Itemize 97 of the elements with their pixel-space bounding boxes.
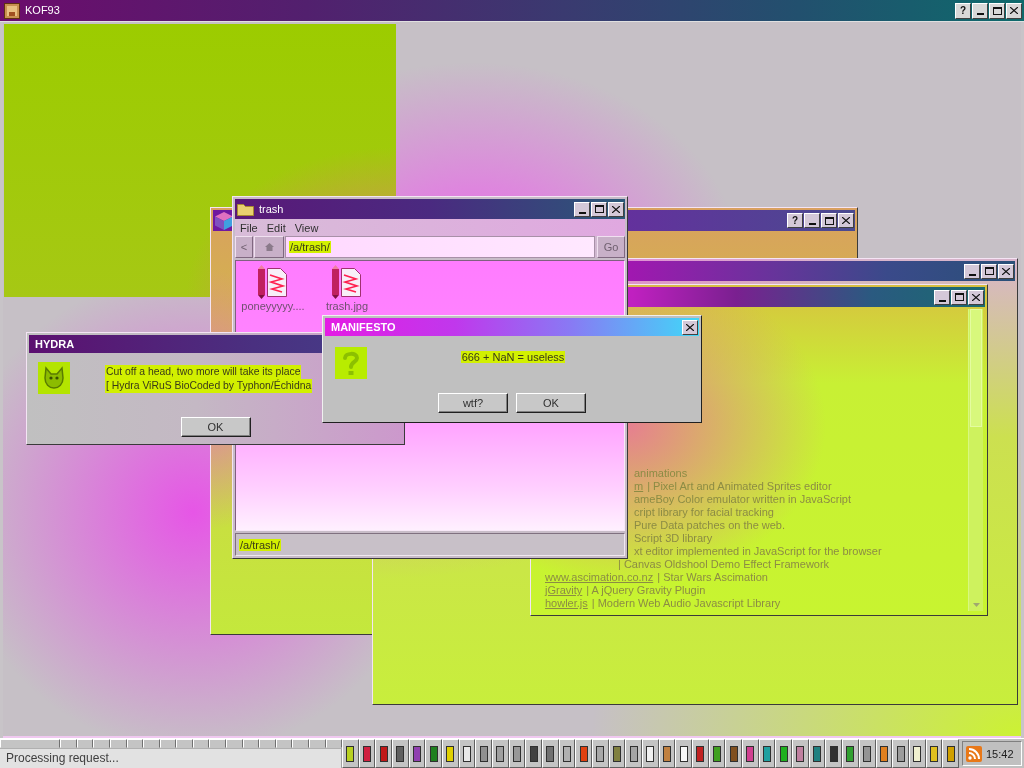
close-icon — [972, 293, 980, 301]
minimize-button[interactable] — [964, 263, 980, 279]
question-icon — [335, 347, 367, 379]
maximize-button[interactable] — [981, 263, 997, 279]
taskbar-button[interactable] — [442, 739, 459, 768]
maximize-button[interactable] — [821, 213, 837, 228]
close-button[interactable] — [1006, 2, 1022, 19]
window-title: KOF93 — [25, 4, 60, 17]
rss-icon[interactable] — [966, 745, 982, 762]
taskbar-button[interactable] — [575, 739, 593, 768]
home-icon — [264, 243, 274, 251]
home-button[interactable] — [254, 236, 284, 258]
link-description: | Star Wars Ascimation — [657, 571, 768, 584]
taskbar-button[interactable] — [642, 739, 659, 768]
close-button[interactable] — [682, 319, 698, 335]
taskbar-button[interactable] — [825, 739, 843, 768]
minimize-icon — [938, 299, 946, 302]
status-text: /a/trash/ — [239, 538, 281, 551]
taskbar-button[interactable] — [742, 739, 759, 768]
taskbar-button[interactable] — [625, 739, 643, 768]
close-button[interactable] — [968, 289, 984, 305]
maximize-icon — [984, 267, 994, 275]
close-button[interactable] — [838, 213, 854, 228]
maximize-icon — [594, 205, 604, 213]
link-description: cript library for facial tracking — [634, 506, 774, 519]
picture-icon — [4, 2, 20, 19]
link-description: | A jQuery Gravity Plugin — [586, 584, 706, 597]
close-icon — [1002, 267, 1010, 275]
dialog-button[interactable]: wtf? — [438, 393, 508, 413]
menu-item[interactable]: Edit — [266, 221, 286, 234]
minimize-icon — [578, 211, 586, 214]
taskbar-button[interactable] — [842, 739, 859, 768]
close-icon — [842, 217, 850, 224]
taskbar-button[interactable] — [675, 739, 693, 768]
close-icon — [612, 205, 620, 213]
image-document-icon — [332, 265, 362, 299]
taskbar-button[interactable] — [892, 739, 909, 768]
taskbar-button[interactable] — [392, 739, 409, 768]
taskbar-button[interactable] — [525, 739, 543, 768]
link-description: ameBoy Color emulator written in JavaScript — [634, 493, 852, 506]
taskbar-button[interactable] — [475, 739, 493, 768]
taskbar-button[interactable] — [942, 739, 959, 768]
folder-icon — [237, 202, 254, 216]
address-field[interactable]: /a/trash/ — [285, 236, 595, 258]
minimize-button[interactable] — [934, 289, 950, 305]
minimize-icon — [976, 13, 984, 15]
taskbar-button[interactable] — [592, 739, 609, 768]
dialog-title: HYDRA — [35, 337, 75, 351]
taskbar-button[interactable] — [375, 739, 392, 768]
close-button[interactable] — [608, 201, 624, 217]
taskbar-button[interactable] — [792, 739, 809, 768]
cat-icon — [38, 362, 70, 394]
status-text: Processing request... — [0, 748, 342, 768]
menu-item[interactable]: File — [240, 221, 258, 234]
taskbar-button[interactable] — [542, 739, 559, 768]
link-description: xt editor implemented in JavaScript for the browser — [634, 545, 882, 558]
image-document-icon — [258, 265, 288, 299]
maximize-button[interactable] — [989, 2, 1005, 19]
maximize-icon — [954, 293, 964, 301]
link-description: animations — [634, 467, 688, 480]
maximize-icon — [824, 216, 834, 225]
dialog-title: MANIFESTO — [331, 320, 396, 334]
minimize-button[interactable] — [972, 2, 988, 19]
message-text: Cut off a head, two more will take its place — [105, 365, 302, 379]
minimize-icon — [968, 273, 976, 276]
ok-button[interactable]: OK — [180, 417, 251, 437]
cube-icon — [215, 211, 233, 230]
close-button[interactable] — [998, 263, 1014, 279]
minimize-icon — [808, 223, 816, 225]
maximize-button[interactable] — [591, 201, 607, 217]
link-description: Pure Data patches on the web. — [634, 519, 786, 532]
help-button[interactable]: ? — [787, 213, 803, 228]
minimize-button[interactable] — [804, 213, 820, 228]
clock: 15:42 — [986, 747, 1014, 760]
window-title: trash — [259, 202, 284, 216]
dialog-button[interactable]: OK — [516, 393, 586, 413]
scroll-thumb[interactable] — [970, 309, 982, 427]
maximize-button[interactable] — [951, 289, 967, 305]
taskbar-button[interactable] — [342, 739, 359, 768]
taskbar-button[interactable] — [492, 739, 509, 768]
link-description: | Pixel Art and Animated Sprites editor — [647, 480, 832, 493]
help-button[interactable]: ? — [955, 2, 971, 19]
taskbar-button[interactable] — [692, 739, 709, 768]
menu-item[interactable]: View — [294, 221, 319, 234]
minimize-button[interactable] — [574, 201, 590, 217]
scrollbar[interactable] — [968, 309, 983, 611]
taskbar-button[interactable] — [775, 739, 793, 768]
link-description: | Canvas Oldshool Demo Effect Framework — [618, 558, 830, 571]
close-icon — [686, 323, 694, 331]
link-description: Script 3D library — [634, 532, 713, 545]
taskbar-button[interactable] — [725, 739, 743, 768]
message-text: 666 + NaN = useless — [460, 351, 566, 363]
credit-text: [ Hydra ViRuS BioCoded by Typhon/Échidna — [105, 379, 313, 393]
link-description: | Modern Web Audio Javascript Library — [591, 597, 781, 610]
close-icon — [1010, 7, 1018, 14]
maximize-icon — [992, 6, 1002, 15]
taskbar-button[interactable] — [425, 739, 443, 768]
